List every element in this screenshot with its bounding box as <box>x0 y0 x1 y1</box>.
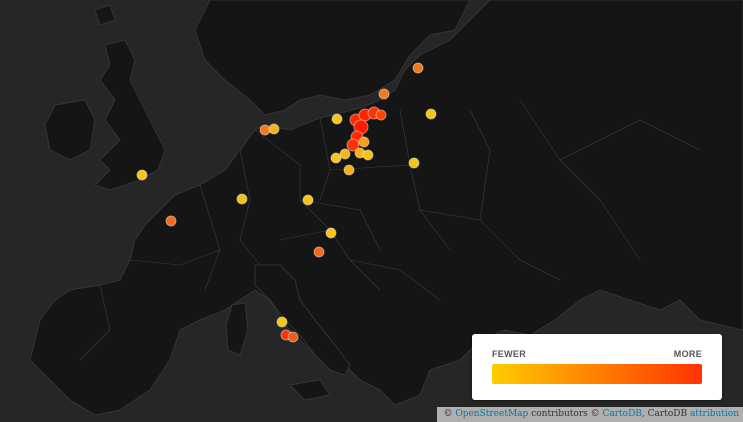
marker-hamburg[interactable] <box>259 124 271 136</box>
legend-max-label: MORE <box>673 349 702 359</box>
marker-prague[interactable] <box>302 194 314 206</box>
marker-caserta[interactable] <box>287 331 299 343</box>
marker-poznan[interactable] <box>330 152 342 164</box>
marker-lodz-2[interactable] <box>362 149 374 161</box>
map-container[interactable]: FEWER MORE © OpenStreetMap contributors … <box>0 0 743 422</box>
marker-graz[interactable] <box>313 246 325 258</box>
map-attribution: © OpenStreetMap contributors © CartoDB, … <box>437 407 743 422</box>
marker-luxembourg[interactable] <box>236 193 248 205</box>
carto-link[interactable]: CartoDB <box>603 409 642 419</box>
marker-london[interactable] <box>136 169 148 181</box>
marker-olsztyn-2[interactable] <box>375 109 387 121</box>
marker-kaunas[interactable] <box>425 108 437 120</box>
legend-min-label: FEWER <box>492 349 526 359</box>
marker-kalisz[interactable] <box>339 148 351 160</box>
marker-plock[interactable] <box>358 136 370 148</box>
marker-vilnius[interactable] <box>412 62 424 74</box>
marker-riga[interactable] <box>378 88 390 100</box>
marker-szczecin[interactable] <box>331 113 343 125</box>
marker-wroclaw[interactable] <box>343 164 355 176</box>
marker-vienna[interactable] <box>325 227 337 239</box>
attribution-link[interactable]: attribution <box>690 409 739 419</box>
marker-lubeck[interactable] <box>268 123 280 135</box>
attribution-carto-text: , CartoDB <box>641 409 688 419</box>
legend: FEWER MORE <box>472 334 722 400</box>
marker-warsaw[interactable] <box>408 157 420 169</box>
attribution-contributors: contributors © <box>531 409 600 419</box>
osm-link[interactable]: OpenStreetMap <box>455 409 528 419</box>
legend-gradient-bar <box>492 364 702 384</box>
marker-le-mans[interactable] <box>165 215 177 227</box>
attribution-prefix: © <box>443 409 453 419</box>
marker-rome[interactable] <box>276 316 288 328</box>
